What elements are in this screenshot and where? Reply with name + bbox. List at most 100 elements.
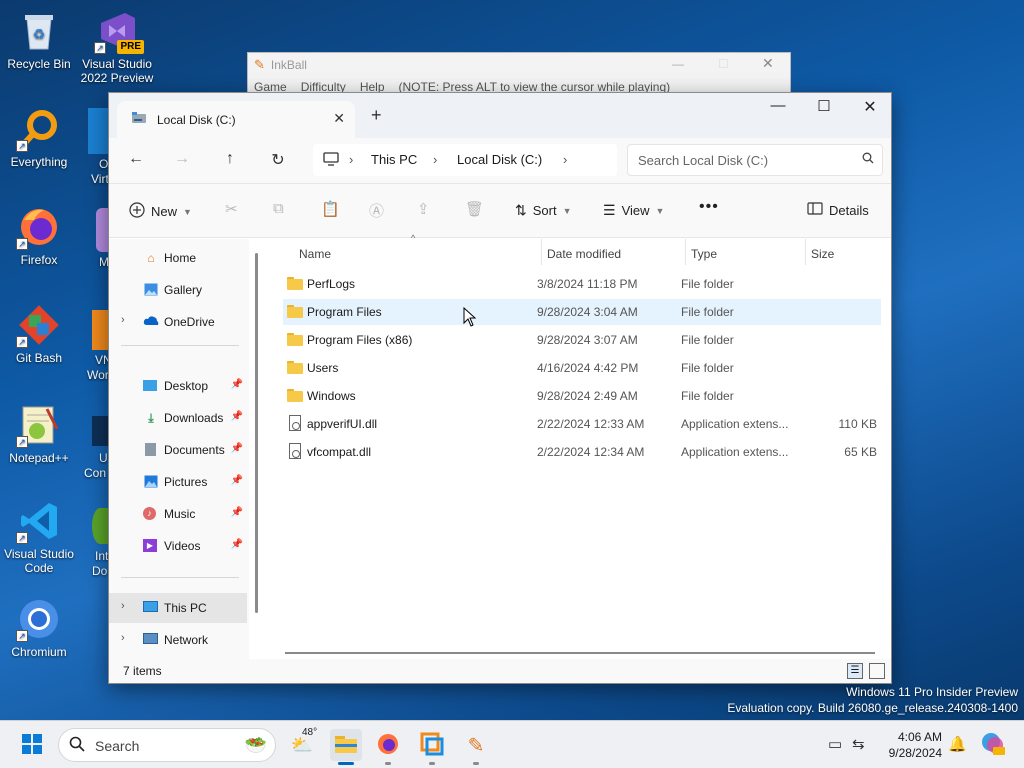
network-status-icon[interactable]: ⇆ [852, 735, 865, 753]
sidebar-item-videos[interactable]: ▶ Videos 📌 [109, 531, 247, 561]
sidebar-item-desktop[interactable]: Desktop 📌 [109, 371, 247, 401]
file-explorer-window[interactable]: Local Disk (C:) ✕ + — ☐ ✕ ← → ↑ ↻ › This… [108, 92, 892, 684]
notification-bell-icon[interactable]: 🔔 [948, 735, 967, 753]
details-pane-button[interactable]: Details [807, 202, 869, 218]
breadcrumb-separator-icon[interactable]: › [433, 152, 437, 167]
breadcrumb-this-pc[interactable]: This PC [371, 152, 417, 167]
breadcrumb-separator-icon[interactable]: › [563, 152, 567, 167]
partial-desktop-icon[interactable] [92, 310, 108, 350]
sidebar-item-downloads[interactable]: ⤓ Downloads 📌 [109, 403, 247, 433]
delete-icon[interactable]: 🗑 [465, 200, 484, 218]
inkball-titlebar[interactable]: ✎ InkBall — ☐ ✕ [248, 53, 790, 77]
desktop-icon-chromium[interactable]: ↗ Chromium [0, 596, 78, 659]
forward-arrow-icon[interactable]: → [171, 150, 193, 168]
rename-icon[interactable]: Ⓐ [369, 200, 384, 221]
file-list-scrollbar[interactable] [285, 652, 875, 654]
column-header-name[interactable]: Name [299, 247, 331, 261]
new-button[interactable]: New ▼ [129, 202, 192, 221]
weather-widget[interactable]: ⛅ 48° [286, 727, 318, 761]
refresh-icon[interactable]: ↻ [267, 150, 289, 170]
file-row-perflogs[interactable]: PerfLogs 3/8/2024 11:18 PM File folder [283, 271, 881, 297]
clock[interactable]: 4:06 AM 9/28/2024 [889, 729, 942, 761]
maximize-icon[interactable]: ☐ [718, 57, 729, 71]
desktop-icon-notepad-plus-plus[interactable]: ↗ Notepad++ [0, 402, 78, 465]
tiles-view-icon[interactable] [869, 663, 885, 679]
address-bar[interactable]: › This PC › Local Disk (C:) › [313, 144, 617, 176]
copilot-pre-icon[interactable] [980, 731, 1006, 760]
pin-icon[interactable]: 📌 [231, 539, 243, 550]
desktop-icon-everything[interactable]: ↗ Everything [0, 106, 78, 169]
partial-desktop-icon[interactable] [92, 508, 108, 544]
file-list: ^ Name Date modified Type Size PerfLogs … [265, 233, 889, 659]
file-row-program-files[interactable]: Program Files 9/28/2024 3:04 AM File fol… [283, 299, 881, 325]
cut-icon[interactable]: ✂ [225, 200, 238, 218]
up-arrow-icon[interactable]: ↑ [219, 150, 241, 168]
maximize-icon[interactable]: ☐ [801, 97, 847, 115]
partial-desktop-icon[interactable] [92, 416, 108, 446]
column-header-type[interactable]: Type [691, 247, 717, 261]
sort-button[interactable]: ⇅ Sort ▼ [515, 202, 572, 219]
taskbar-search-input[interactable]: Search 🥗 [58, 728, 276, 762]
taskbar-firefox[interactable] [372, 729, 404, 765]
file-row-program-files-x86[interactable]: Program Files (x86) 9/28/2024 3:07 AM Fi… [283, 327, 881, 353]
column-header-size[interactable]: Size [811, 247, 834, 261]
sidebar-scrollbar[interactable] [255, 253, 258, 613]
search-icon[interactable] [862, 152, 874, 167]
desktop-folder-icon [143, 379, 159, 393]
device-tray-icon[interactable]: ▭ [828, 735, 842, 753]
desktop-icon-visual-studio-preview[interactable]: PRE ↗ Visual Studio 2022 Preview [78, 8, 156, 85]
view-button[interactable]: ☰ View ▼ [603, 202, 664, 219]
sidebar-item-gallery[interactable]: Gallery [109, 275, 247, 305]
desktop-icon-firefox[interactable]: ↗ Firefox [0, 204, 78, 267]
breadcrumb-separator-icon[interactable]: › [349, 152, 353, 167]
sidebar-item-documents[interactable]: Documents 📌 [109, 435, 247, 465]
search-input[interactable]: Search Local Disk (C:) [627, 144, 883, 176]
column-divider[interactable] [805, 239, 806, 265]
sidebar-item-pictures[interactable]: Pictures 📌 [109, 467, 247, 497]
taskbar-vmware[interactable] [416, 729, 448, 765]
tab-local-disk[interactable]: Local Disk (C:) ✕ [117, 101, 355, 138]
partial-desktop-icon[interactable] [88, 108, 108, 154]
chevron-right-icon[interactable]: › [121, 314, 125, 326]
back-arrow-icon[interactable]: ← [125, 150, 147, 168]
more-options-icon[interactable]: ••• [699, 198, 719, 216]
desktop-icon-vscode[interactable]: ↗ Visual Studio Code [0, 498, 78, 575]
column-header-date[interactable]: Date modified [547, 247, 621, 261]
sidebar-item-this-pc[interactable]: › This PC [109, 593, 247, 623]
shortcut-arrow-icon: ↗ [16, 436, 28, 448]
column-divider[interactable] [685, 239, 686, 265]
breadcrumb-local-disk[interactable]: Local Disk (C:) [457, 152, 542, 167]
file-row-users[interactable]: Users 4/16/2024 4:42 PM File folder [283, 355, 881, 381]
pin-icon[interactable]: 📌 [231, 443, 243, 454]
start-button[interactable] [16, 729, 48, 761]
share-icon[interactable]: ⇪ [417, 200, 430, 218]
pin-icon[interactable]: 📌 [231, 475, 243, 486]
sidebar-item-home[interactable]: ⌂ Home [109, 243, 247, 273]
new-tab-icon[interactable]: + [371, 105, 382, 126]
chevron-right-icon[interactable]: › [121, 600, 125, 612]
details-view-icon[interactable]: ☰ [847, 663, 863, 679]
close-tab-icon[interactable]: ✕ [333, 110, 345, 127]
minimize-icon[interactable]: — [672, 57, 684, 71]
desktop-icon-git-bash[interactable]: ↗ Git Bash [0, 302, 78, 365]
pin-icon[interactable]: 📌 [231, 507, 243, 518]
chevron-right-icon[interactable]: › [121, 632, 125, 644]
pin-icon[interactable]: 📌 [231, 411, 243, 422]
file-row-vfcompat[interactable]: vfcompat.dll 2/22/2024 12:34 AM Applicat… [283, 439, 881, 465]
close-icon[interactable]: ✕ [762, 55, 774, 72]
file-row-windows[interactable]: Windows 9/28/2024 2:49 AM File folder [283, 383, 881, 409]
close-window-icon[interactable]: ✕ [847, 97, 893, 117]
copy-icon[interactable]: ⧉ [273, 200, 284, 217]
file-row-appverifui[interactable]: appverifUI.dll 2/22/2024 12:33 AM Applic… [283, 411, 881, 437]
pin-icon[interactable]: 📌 [231, 379, 243, 390]
sidebar-item-onedrive[interactable]: › OneDrive [109, 307, 247, 337]
paste-icon[interactable]: 📋 [321, 200, 340, 218]
sidebar-item-network[interactable]: › Network [109, 625, 247, 655]
taskbar-file-explorer[interactable] [330, 729, 362, 765]
sidebar-item-music[interactable]: ♪ Music 📌 [109, 499, 247, 529]
minimize-icon[interactable]: — [755, 97, 801, 114]
partial-desktop-icon[interactable] [96, 208, 108, 252]
column-divider[interactable] [541, 239, 542, 265]
desktop-icon-recycle-bin[interactable]: ♻ Recycle Bin [0, 8, 78, 71]
taskbar-inkball[interactable]: ✎ [460, 729, 492, 765]
